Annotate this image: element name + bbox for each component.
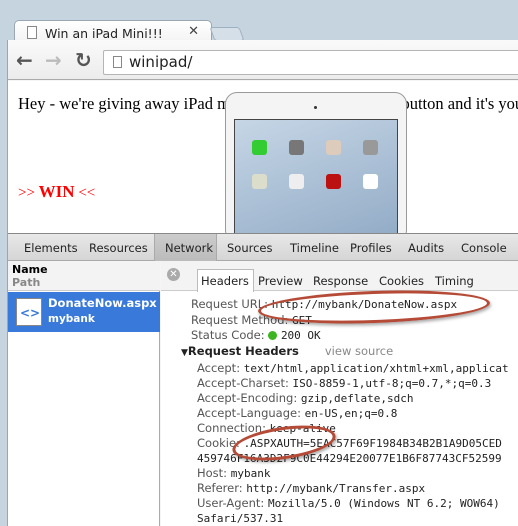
close-details-icon[interactable]: ✕ [167,268,180,281]
name-column: Name [12,263,48,276]
subtab-timing[interactable]: Timing [435,274,474,288]
address-bar[interactable]: winipad/ [103,50,518,75]
page-icon [113,56,122,68]
user-agent-value: Mozilla/5.0 (Windows NT 6.2; WOW64) [267,497,500,510]
language-value: en-US,en;q=0.8 [304,407,398,420]
view-source-link[interactable]: view source [325,344,393,358]
accept-label: Accept: [197,361,241,375]
expand-triangle-icon[interactable]: ▼ [181,348,188,358]
forward-icon[interactable]: → [45,48,62,72]
reload-icon[interactable]: ↻ [75,48,92,72]
status-label: Status Code: [191,328,265,342]
status-value: 200 OK [280,329,321,342]
user-agent-label: User-Agent: [197,496,265,510]
win-suffix: << [74,185,96,201]
url-text: winipad/ [129,53,193,71]
request-path: mybank [48,313,95,325]
referer-value: http://mybank/Transfer.aspx [246,482,426,495]
request-headers-heading[interactable]: Request Headers [188,344,299,358]
user-agent-value-continued: Safari/537.31 [197,512,284,525]
back-icon[interactable]: ← [16,48,33,72]
document-code-icon: <> [16,298,42,326]
host-value: mybank [230,467,271,480]
tab-title: Win an iPad Mini!!! [45,26,163,41]
subtab-preview[interactable]: Preview [258,274,303,288]
page-icon [27,26,37,39]
url-label: Request URL: [191,297,269,311]
win-prefix: >> [18,185,39,201]
win-label: WIN [38,182,75,201]
subtab-headers[interactable]: Headers [201,274,249,288]
tab-console[interactable]: Console [461,241,507,255]
charset-label: Accept-Charset: [197,376,289,390]
detail-subtabs: Headers Preview Response Cookies Timing [161,261,518,292]
host-label: Host: [197,466,228,480]
ipad-image [225,92,407,233]
tab-timeline[interactable]: Timeline [290,241,339,255]
tab-network[interactable]: Network [165,241,213,255]
tab-elements[interactable]: Elements [24,241,78,255]
subtab-response[interactable]: Response [313,274,368,288]
path-column: Path [12,276,41,289]
referer-label: Referer: [197,481,243,495]
language-label: Accept-Language: [197,406,301,420]
request-list-header[interactable]: Name Path [8,261,160,291]
new-tab-button[interactable] [209,27,245,41]
request-name: DonateNow.aspx [48,296,157,310]
encoding-value: gzip,deflate,sdch [300,392,414,405]
subtab-cookies[interactable]: Cookies [379,274,424,288]
page-content: Hey - we're giving away iPad minis!!! Ju… [8,81,518,233]
accept-value: text/html,application/xhtml+xml,applicat [243,362,509,375]
request-row[interactable]: <> DonateNow.aspx mybank [8,292,160,332]
tab-profiles[interactable]: Profiles [350,241,392,255]
tab-audits[interactable]: Audits [408,241,444,255]
encoding-label: Accept-Encoding: [197,391,298,405]
close-tab-icon[interactable]: ✕ [188,24,199,39]
tab-resources[interactable]: Resources [89,241,148,255]
charset-value: ISO-8859-1,utf-8;q=0.7,*;q=0.3 [292,377,492,390]
status-dot-icon [268,331,278,340]
tab-sources[interactable]: Sources [227,241,273,255]
win-link[interactable]: >> WIN << [18,182,95,202]
devtools-tabbar: Elements Resources Network Sources Timel… [8,233,518,261]
